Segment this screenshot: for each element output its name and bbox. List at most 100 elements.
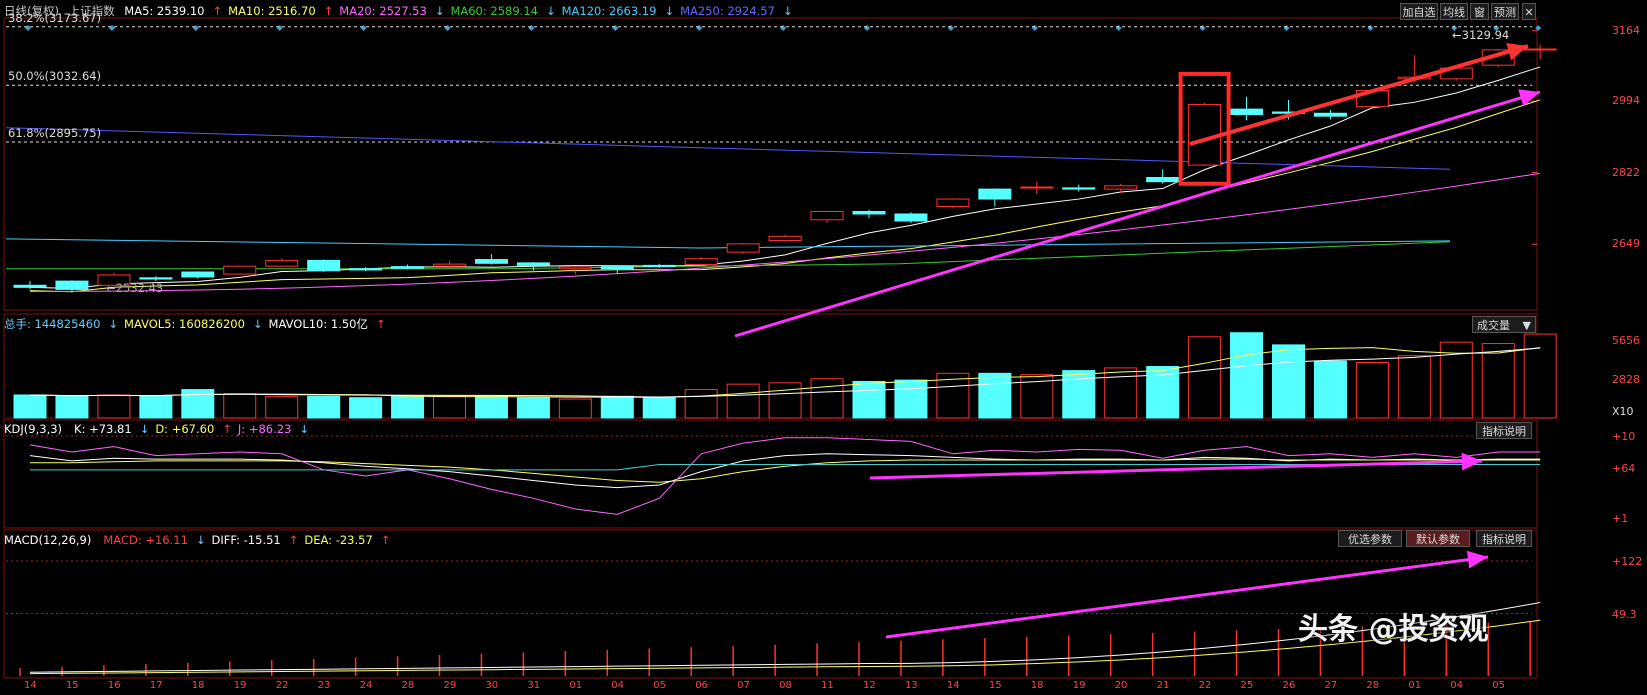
volume-bar	[307, 395, 341, 419]
x-tick: 24	[359, 680, 373, 691]
macd.header-item: DIFF: -15.51 ↑	[212, 533, 299, 547]
x-tick: 12	[863, 680, 876, 691]
kdj-tick: +1	[1612, 511, 1629, 525]
volume-header: 总手: 144825460 ↓ MAVOL5: 160826200 ↓ MAVOL10:…	[4, 317, 392, 331]
volume-bar	[1523, 333, 1557, 419]
macd-param-button[interactable]: 指标说明	[1476, 530, 1532, 547]
x-tick: 14	[946, 680, 960, 691]
candle-body	[181, 271, 215, 278]
signal-diamond	[1367, 25, 1374, 31]
macd.header-label: MACD(12,26,9)	[4, 533, 92, 547]
signal-diamond	[1115, 25, 1122, 31]
header.ma-label: MA10: 2516.70	[228, 4, 316, 18]
x-tick: 29	[443, 680, 457, 691]
x-tick: 20	[1114, 680, 1128, 691]
kdj-tick: +10	[1612, 430, 1636, 443]
x-tick: 15	[65, 680, 79, 691]
candle-body	[55, 280, 89, 290]
price-tick: 2649	[1612, 237, 1640, 251]
signal-diamond	[192, 25, 199, 31]
x-tick: 27	[1324, 680, 1338, 691]
ma20-line	[29, 172, 1541, 292]
kdj-j-line	[29, 437, 1541, 515]
trend-arrow-red	[1189, 44, 1529, 146]
candle-body	[1146, 177, 1180, 183]
candle-body	[558, 266, 592, 270]
candle-body	[433, 263, 466, 267]
volume-bar	[810, 378, 844, 419]
candle-body	[852, 210, 886, 215]
header.ma-dir: ↓	[545, 4, 556, 18]
macd-param-button[interactable]: 优选参数	[1338, 530, 1402, 547]
volume-bar	[1355, 361, 1389, 419]
candle-body	[139, 277, 173, 280]
volume.header-item: 总手: 144825460 ↓	[4, 317, 118, 331]
volume-tick: 5656	[1612, 334, 1640, 348]
ma5-line	[29, 66, 1541, 289]
header.ma-dir: ↓	[664, 4, 675, 18]
kdj-help-button[interactable]: 指标说明	[1476, 422, 1532, 439]
signal-diamond	[864, 25, 870, 31]
signal-diamond	[25, 25, 31, 31]
kdj-k-line	[29, 453, 1541, 489]
toolbar-button[interactable]: 均线	[1440, 3, 1468, 20]
signal-diamond	[612, 25, 619, 31]
watermark: 头条 @投资观	[1298, 612, 1489, 647]
x-tick: 14	[24, 680, 37, 691]
volume-bar	[768, 382, 802, 419]
candle-body	[600, 266, 634, 270]
volume-bar	[181, 389, 215, 419]
kdj-tick: +64	[1612, 462, 1636, 476]
x-tick: 18	[191, 680, 205, 691]
macd.header-dir: ↑	[288, 533, 299, 547]
candle-body	[474, 259, 508, 264]
x-tick: 11	[821, 680, 834, 691]
toolbar-button[interactable]: 预测	[1491, 3, 1519, 20]
header.ma-item: MA250: 2924.57 ↓	[680, 4, 792, 18]
candle-body	[894, 213, 928, 222]
candle-body	[1104, 185, 1138, 190]
x-tick: 08	[779, 680, 792, 691]
macd-param-button[interactable]: 默认参数	[1406, 530, 1470, 547]
macd-arrow-head	[1466, 550, 1488, 569]
candle-body	[516, 262, 550, 266]
volume-bar	[1397, 355, 1431, 419]
volume-bar	[139, 395, 173, 419]
header.ma-label: MA60: 2589.14	[450, 4, 538, 18]
x-tick: 25	[1240, 680, 1254, 691]
volume-bar	[852, 380, 886, 419]
x-tick: 28	[1366, 680, 1380, 691]
volume-bar	[1481, 343, 1515, 419]
volume-bar	[97, 394, 131, 419]
x-tick: 22	[275, 680, 289, 691]
candle-body	[1523, 48, 1557, 51]
toolbar-button[interactable]: 加自选	[1400, 3, 1438, 20]
header.ma-item: MA120: 2663.19 ↓	[562, 4, 674, 18]
volume-selector[interactable]: 成交量 ▼	[1472, 316, 1536, 333]
header.ma-item: MA5: 2539.10 ↑	[124, 4, 222, 18]
candle-body	[768, 235, 802, 242]
volume.header-item: MAVOL10: 1.50亿 ↑	[269, 317, 386, 331]
toolbar-button[interactable]: 窗	[1470, 3, 1489, 20]
mavol5-line	[29, 347, 1541, 398]
macd-header: MACD(12,26,9) MACD: +16.11 ↓ DIFF: -15.51 ↑ D…	[4, 533, 396, 547]
x-tick: 01	[1408, 680, 1422, 691]
volume-bar	[642, 397, 676, 419]
x-tick: 07	[737, 680, 750, 691]
kdj.header-dir: ↓	[299, 422, 310, 436]
kdj.header-item: K: +73.81 ↓	[74, 422, 149, 436]
close-icon[interactable]: ✕	[1522, 3, 1536, 20]
header.ma-label: MA5: 2539.10	[124, 4, 205, 18]
macd-tick: +122	[1612, 555, 1643, 568]
macd.header-label: DIFF: -15.51	[211, 533, 281, 547]
x-tick: 06	[695, 680, 708, 691]
header.ma-label: MA250: 2924.57	[680, 4, 775, 18]
x-tick: 28	[401, 680, 415, 691]
macd.header-dir: ↑	[380, 533, 391, 547]
x-tick: 22	[1198, 680, 1212, 691]
candle-body	[810, 210, 844, 221]
volume-bar	[978, 372, 1012, 419]
kdj.header-label: K: +73.81	[74, 422, 132, 436]
x-tick: 04	[611, 680, 625, 691]
ma10-line	[29, 99, 1541, 293]
